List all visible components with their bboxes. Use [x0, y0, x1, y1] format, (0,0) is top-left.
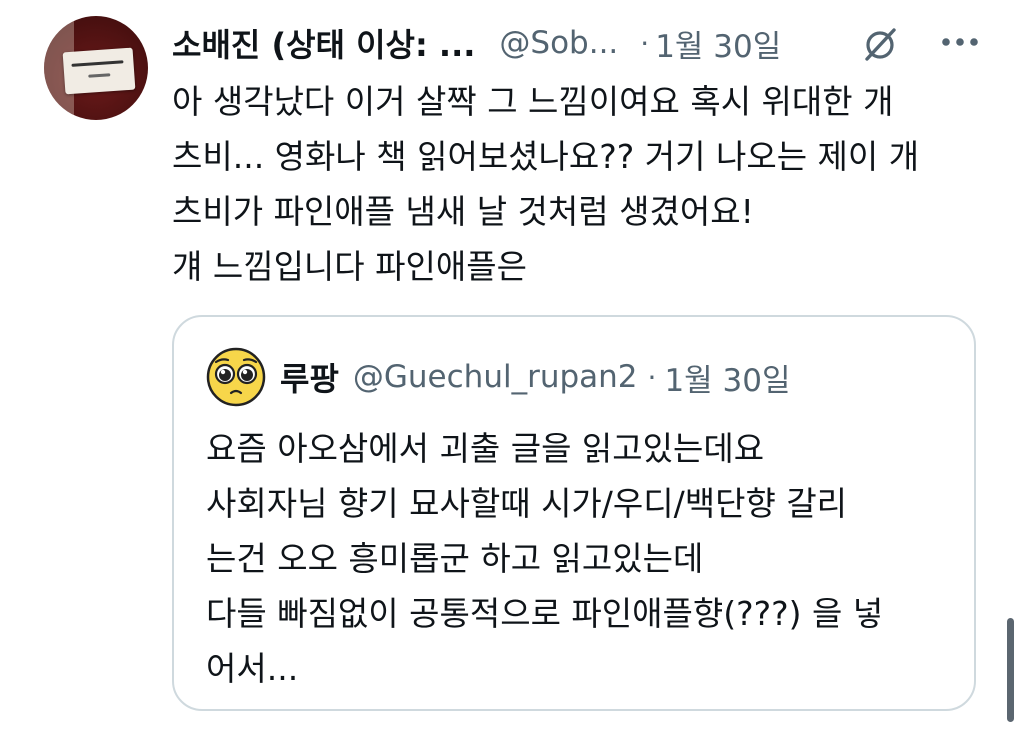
quoted-tweet-text: 요즘 아오삼에서 괴출 글을 읽고있는데요 사회자님 향기 묘사할때 시가/우디…: [206, 421, 966, 696]
quoted-text-line: 사회자님 향기 묘사할때 시가/우디/백단향 갈리: [206, 484, 848, 523]
author-display-name[interactable]: 소배진 (상태 이상: ...: [172, 20, 475, 66]
author-avatar[interactable]: [44, 16, 148, 120]
pleading-face-avatar-icon[interactable]: [206, 347, 266, 407]
more-icon[interactable]: [940, 36, 980, 48]
tweet-text-line: 걔 느낌입니다 파인애플은: [172, 247, 527, 286]
quoted-tweet-date[interactable]: 1월 30일: [664, 355, 790, 400]
tweet-date[interactable]: 1월 30일: [655, 21, 781, 66]
quoted-author-display-name[interactable]: 루팡: [280, 354, 339, 400]
quoted-tweet-header: 루팡 @Guechul_rupan2 · 1월 30일: [280, 353, 791, 401]
quoted-text-line: 다들 빠짐없이 공통적으로 파인애플향(???) 을 넣: [206, 594, 884, 633]
tweet-text: 아 생각났다 이거 살짝 그 느낌이여요 혹시 위대한 개 츠비... 영화나 …: [172, 74, 992, 294]
quoted-tweet-card[interactable]: 루팡 @Guechul_rupan2 · 1월 30일 요즘 아오삼에서 괴출 …: [172, 315, 976, 711]
tweet-text-line: 츠비가 파인애플 냄새 날 것처럼 생겼어요!: [172, 192, 754, 231]
quoted-author-handle[interactable]: @Guechul_rupan2: [353, 359, 638, 395]
quoted-text-line: 어서...: [206, 649, 299, 688]
tweet-text-line: 아 생각났다 이거 살짝 그 느낌이여요 혹시 위대한 개: [172, 82, 894, 121]
tweet-view: 소배진 (상태 이상: ... @Sob... · 1월 30일 아 생각났다 …: [0, 0, 1024, 730]
author-handle[interactable]: @Sob...: [499, 25, 618, 61]
quoted-text-line: 요즘 아오삼에서 괴출 글을 읽고있는데요: [206, 429, 765, 468]
header-separator: ·: [640, 26, 650, 60]
quoted-header-separator: ·: [647, 360, 657, 394]
grok-icon[interactable]: [860, 24, 900, 64]
avatar-paper-card: [62, 47, 136, 95]
scrollbar-thumb[interactable]: [1007, 618, 1014, 722]
quoted-text-line: 는건 오오 흥미롭군 하고 읽고있는데: [206, 539, 704, 578]
tweet-text-line: 츠비... 영화나 책 읽어보셨나요?? 거기 나오는 제이 개: [172, 137, 920, 176]
tweet-header: 소배진 (상태 이상: ... @Sob... · 1월 30일: [172, 18, 992, 68]
